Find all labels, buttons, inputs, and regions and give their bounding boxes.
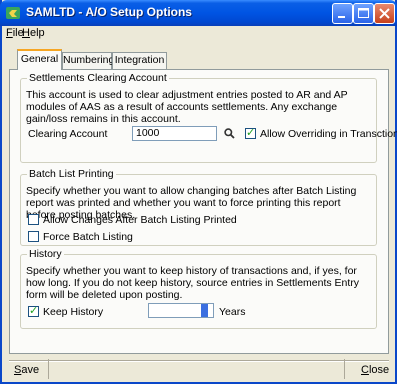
tab-numbering[interactable]: Numbering [62, 52, 114, 69]
setup-options-window: SAMLTD - A/O Setup Options File Help Gen… [0, 0, 397, 384]
force-batch-checkbox[interactable] [28, 231, 39, 242]
settlements-description: This account is used to clear adjustment… [26, 89, 348, 125]
close-button[interactable]: Close [361, 364, 389, 377]
close-icon [379, 8, 390, 19]
keep-history-checkbox[interactable] [28, 304, 39, 317]
tab-integration[interactable]: Integration [112, 52, 167, 69]
title-bar[interactable]: SAMLTD - A/O Setup Options [0, 0, 397, 26]
save-button-separator [48, 359, 49, 379]
settlements-group-title: Settlements Clearing Account [27, 72, 169, 84]
allow-override-label: Allow Overriding in Transctions [260, 128, 397, 140]
close-accel: C [361, 364, 369, 376]
years-spinner[interactable] [201, 304, 208, 317]
allow-changes-checkbox[interactable] [28, 214, 39, 225]
allow-changes-label: Allow Changes After Batch Listing Printe… [43, 214, 237, 226]
minimize-icon [338, 16, 345, 18]
keep-history-label: Keep History [43, 306, 104, 318]
window-title: SAMLTD - A/O Setup Options [26, 5, 192, 19]
close-label: lose [368, 364, 390, 376]
menu-help-accel: H [22, 27, 30, 39]
maximize-button[interactable] [353, 3, 374, 24]
menu-help[interactable]: Help [22, 27, 45, 39]
close-window-button[interactable] [374, 3, 395, 24]
history-description: Specify whether you want to keep history… [26, 265, 360, 301]
menu-help-label: elp [29, 27, 45, 39]
menu-bar: File Help [2, 26, 395, 41]
app-icon [6, 7, 20, 19]
batch-group-title: Batch List Printing [27, 168, 116, 180]
maximize-icon [358, 8, 369, 18]
force-batch-label: Force Batch Listing [43, 231, 133, 243]
menu-file-accel: F [6, 27, 13, 39]
settlements-group: Settlements Clearing Account This accoun… [20, 72, 397, 163]
history-group-title: History [27, 248, 64, 260]
close-button-separator [344, 359, 345, 379]
tab-general[interactable]: General [17, 49, 62, 70]
save-label: ave [21, 364, 40, 376]
search-icon[interactable] [224, 128, 235, 139]
general-tab-panel: Settlements Clearing Account This accoun… [9, 69, 397, 354]
years-label: Years [219, 306, 246, 318]
footer [2, 354, 395, 380]
minimize-button[interactable] [332, 3, 353, 24]
clearing-account-input[interactable]: 1000 [132, 126, 217, 141]
allow-override-checkbox[interactable] [245, 126, 256, 139]
history-group: History Specify whether you want to keep… [20, 248, 377, 329]
batch-group: Batch List Printing Specify whether you … [20, 168, 377, 246]
clearing-account-label: Clearing Account [28, 128, 108, 140]
save-button[interactable]: Save [14, 364, 39, 377]
footer-divider [9, 360, 389, 362]
